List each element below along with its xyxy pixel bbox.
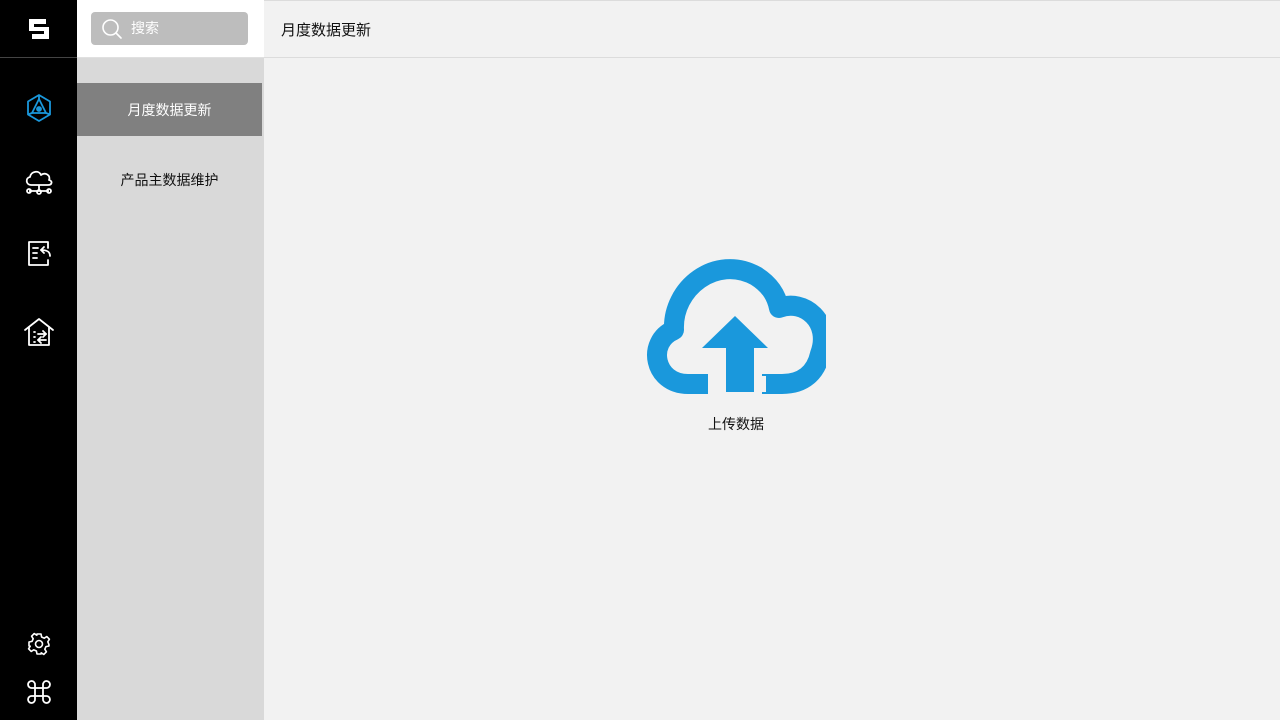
sidebar-item-monthly-update[interactable]: 月度数据更新 — [77, 83, 262, 136]
logo-button[interactable] — [0, 0, 77, 58]
network-icon — [26, 94, 51, 122]
sidebar-item-label: 产品主数据维护 — [120, 172, 219, 189]
logo-icon — [28, 18, 49, 39]
sidebar-item-product-master[interactable]: 产品主数据维护 — [77, 153, 262, 206]
home-transfer-icon — [23, 318, 54, 346]
document-return-icon — [27, 241, 51, 266]
secondary-sidebar: 月度数据更新 产品主数据维护 — [77, 0, 264, 720]
upload-label: 上传数据 — [708, 417, 764, 433]
sidebar-item-label: 月度数据更新 — [127, 102, 212, 119]
page-header: 月度数据更新 — [264, 0, 1280, 58]
rail-document-button[interactable] — [0, 225, 77, 281]
rail-cloud-button[interactable] — [0, 154, 77, 210]
search-box[interactable] — [91, 12, 248, 45]
upload-data-button[interactable]: 上传数据 — [636, 254, 836, 444]
rail-apps-button[interactable] — [0, 664, 77, 720]
rail-home-transfer-button[interactable] — [0, 304, 77, 360]
icon-rail — [0, 0, 77, 720]
gear-icon — [27, 632, 50, 656]
search-input[interactable] — [131, 13, 241, 44]
app-window: 月度数据更新 产品主数据维护 月度数据更新 上传数据 — [0, 0, 1280, 720]
main-content: 上传数据 — [264, 58, 1280, 720]
rail-network-button[interactable] — [0, 80, 77, 136]
search-bar — [77, 0, 264, 58]
cloud-upload-icon — [647, 259, 826, 394]
cloud-network-icon — [25, 170, 52, 195]
page-title: 月度数据更新 — [281, 20, 372, 39]
command-icon — [26, 680, 51, 704]
search-icon — [102, 18, 122, 39]
